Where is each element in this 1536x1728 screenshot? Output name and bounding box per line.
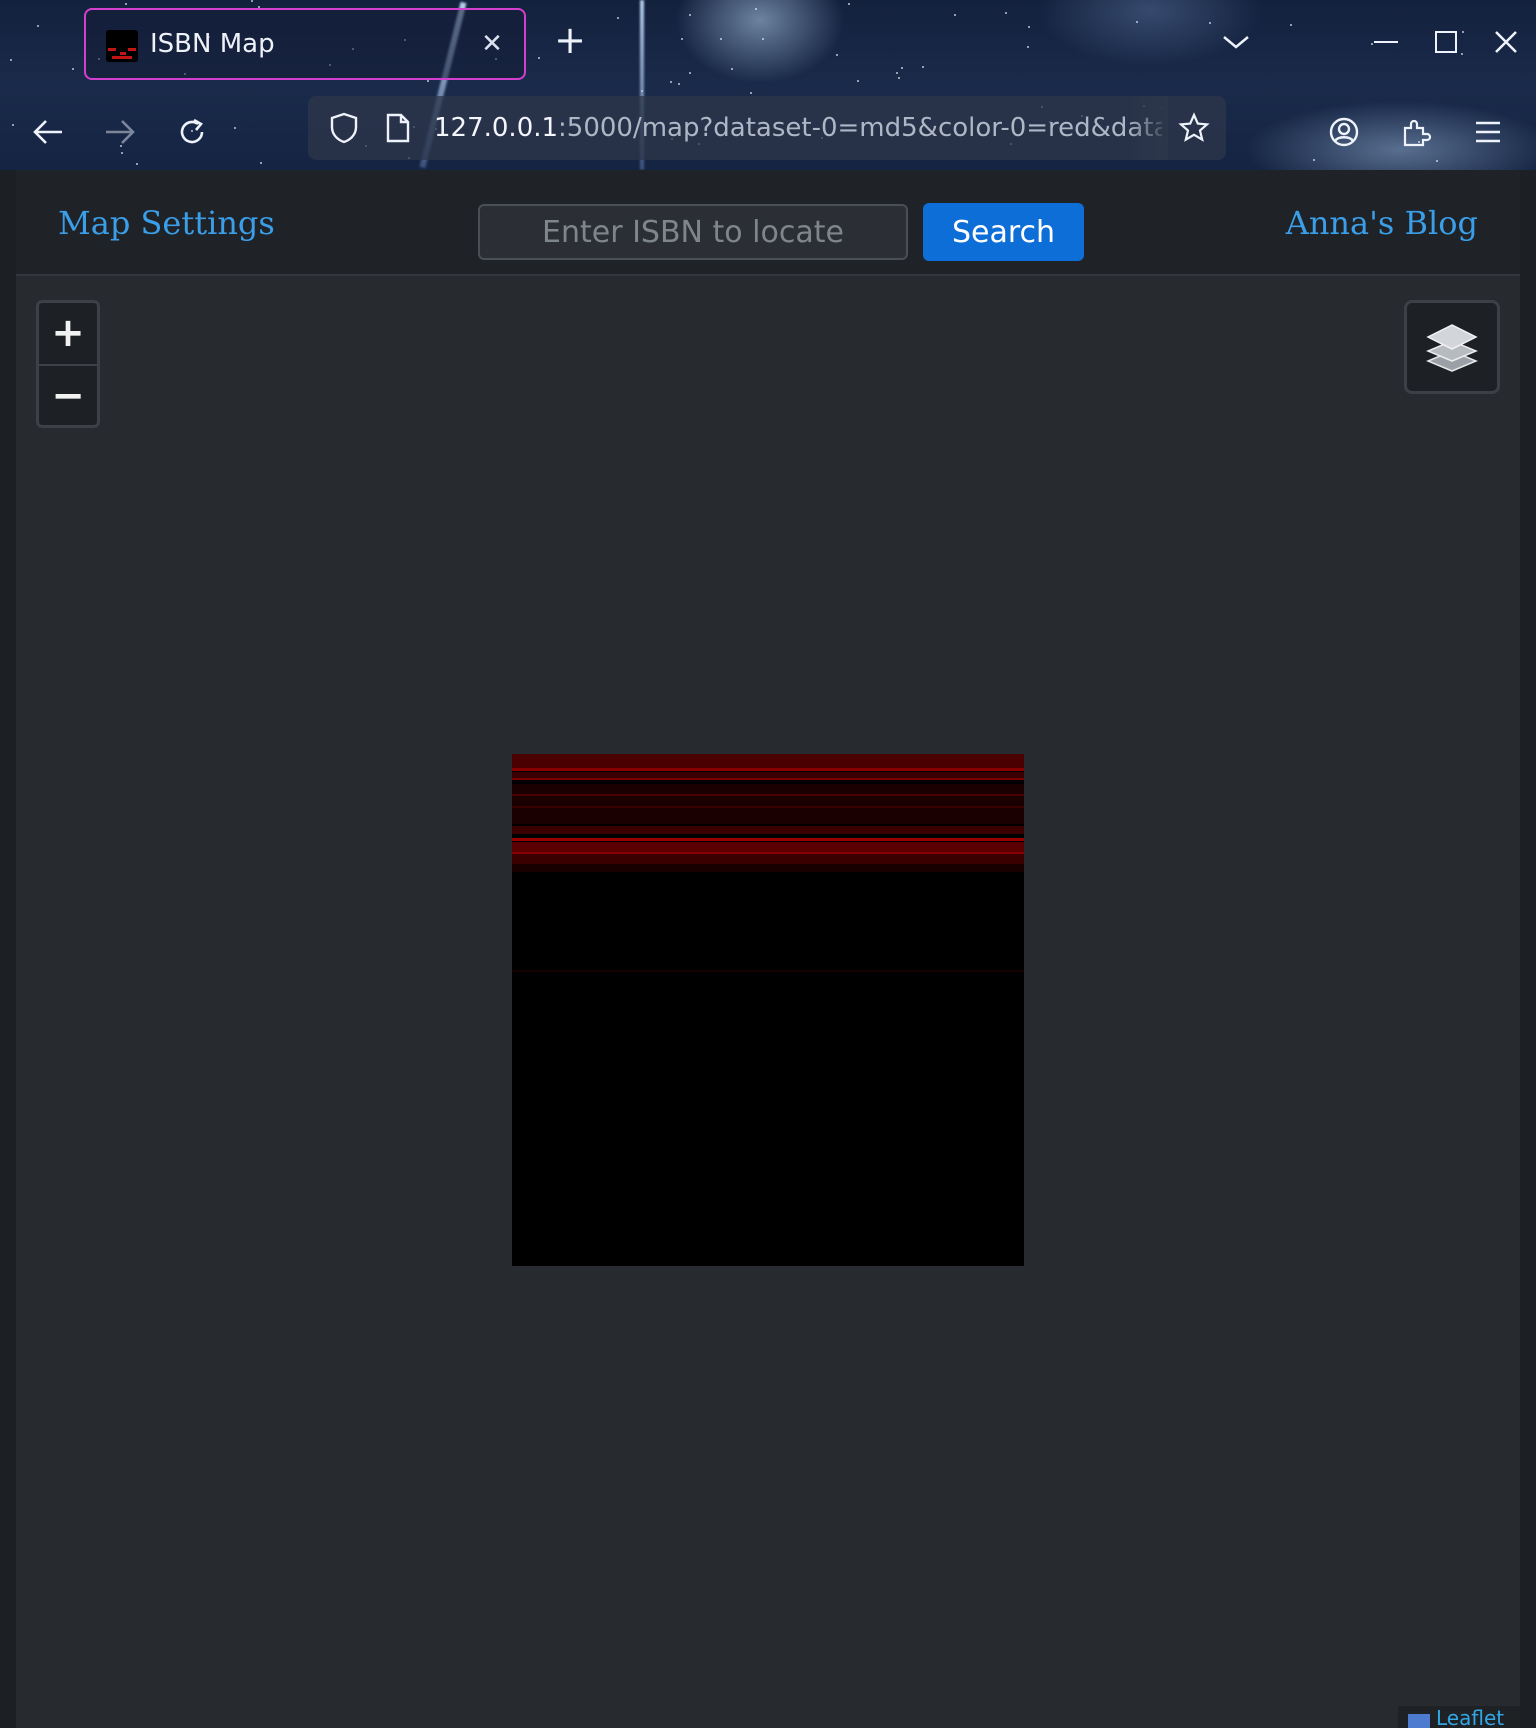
shield-icon[interactable]	[322, 106, 366, 150]
browser-chrome: ISBN Map ✕ + 127.0.0.1:5000/map?dataset-…	[0, 0, 1536, 170]
zoom-in-button[interactable]: +	[39, 303, 97, 364]
tile-band	[512, 842, 1024, 852]
tile-band	[512, 970, 1024, 972]
url-host: 127.0.0.1	[434, 113, 559, 143]
map-settings-link[interactable]: Map Settings	[58, 170, 275, 276]
page-info-icon[interactable]	[376, 106, 420, 150]
url-path: :5000/map?dataset-0=md5&color-0=red&data…	[558, 113, 1162, 143]
search-button[interactable]: Search	[923, 203, 1084, 261]
tile-band	[512, 754, 1024, 768]
map-tile	[512, 754, 1024, 1266]
flag-icon	[1408, 1714, 1430, 1728]
zoom-control: + −	[36, 300, 100, 428]
tile-band	[512, 864, 1024, 872]
list-tabs-icon[interactable]	[1216, 22, 1256, 62]
bookmark-star-icon[interactable]	[1172, 106, 1216, 150]
tab-close-icon[interactable]: ✕	[478, 30, 506, 58]
tile-band	[512, 826, 1024, 834]
tab-bar: ISBN Map ✕ +	[0, 0, 1536, 88]
tab-title: ISBN Map	[150, 29, 275, 59]
tile-band	[512, 794, 1024, 796]
navigation-bar: 127.0.0.1:5000/map?dataset-0=md5&color-0…	[0, 88, 1536, 170]
map-container[interactable]: + − Leaflet	[16, 278, 1520, 1728]
url-text[interactable]: 127.0.0.1:5000/map?dataset-0=md5&color-0…	[434, 96, 1162, 160]
tile-band	[512, 768, 1024, 771]
extensions-icon[interactable]	[1394, 110, 1438, 154]
close-window-icon[interactable]	[1486, 22, 1526, 62]
menu-icon[interactable]	[1466, 110, 1510, 154]
isbn-search-input[interactable]	[478, 204, 908, 260]
tile-band	[512, 854, 1024, 864]
page: Map Settings Search Anna's Blog + −	[16, 170, 1520, 1728]
url-bar[interactable]: 127.0.0.1:5000/map?dataset-0=md5&color-0…	[308, 96, 1226, 160]
favicon-icon	[106, 30, 138, 62]
tile-band	[512, 806, 1024, 808]
tile-band	[512, 784, 1024, 824]
browser-tab[interactable]: ISBN Map ✕	[84, 8, 526, 80]
map-attribution[interactable]: Leaflet	[1398, 1706, 1520, 1728]
forward-icon[interactable]	[98, 110, 142, 154]
layers-icon	[1426, 324, 1478, 372]
minimize-icon[interactable]	[1366, 22, 1406, 62]
url-fade	[1128, 96, 1168, 160]
top-navbar: Map Settings Search Anna's Blog	[16, 170, 1520, 276]
zoom-out-button[interactable]: −	[39, 364, 97, 425]
account-icon[interactable]	[1322, 110, 1366, 154]
layers-control[interactable]	[1404, 300, 1500, 394]
annas-blog-link[interactable]: Anna's Blog	[1286, 170, 1478, 276]
tile-band	[512, 778, 1024, 780]
tile-band	[512, 838, 1024, 841]
maximize-icon[interactable]	[1426, 22, 1466, 62]
new-tab-icon[interactable]: +	[552, 21, 588, 59]
reload-icon[interactable]	[170, 110, 214, 154]
back-icon[interactable]	[26, 110, 70, 154]
attribution-text: Leaflet	[1436, 1706, 1505, 1728]
